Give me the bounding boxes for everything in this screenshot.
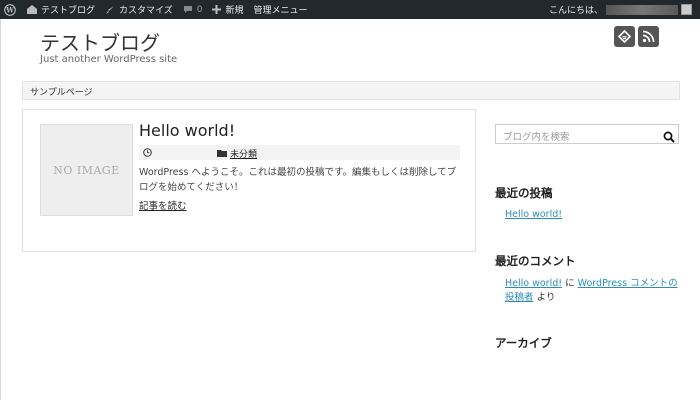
rss-icon[interactable] bbox=[638, 26, 659, 47]
recent-posts-title: 最近の投稿 bbox=[495, 186, 553, 200]
recent-comments-title: 最近のコメント bbox=[495, 254, 576, 268]
recent-comment-connector: に bbox=[565, 278, 575, 289]
thumbnail-text: NO IMAGE bbox=[53, 163, 120, 177]
page-left-border bbox=[0, 19, 1, 400]
adminbar-site-link[interactable]: テストブログ bbox=[22, 0, 100, 19]
site-title[interactable]: テストブログ bbox=[40, 27, 160, 56]
adminbar-comments-count: 0 bbox=[196, 4, 203, 15]
paintbrush-icon bbox=[106, 5, 115, 14]
clock-icon bbox=[143, 148, 152, 157]
post-title[interactable]: Hello world! bbox=[139, 121, 235, 140]
feedly-icon[interactable] bbox=[614, 26, 635, 47]
wordpress-logo-icon[interactable]: W bbox=[0, 0, 22, 19]
admin-bar: W テストブログ カスタマイズ 0 新規 管理メニュー こんにちは、 bbox=[0, 0, 700, 19]
avatar bbox=[681, 4, 692, 15]
search-input[interactable] bbox=[496, 128, 646, 147]
recent-post-link[interactable]: Hello world! bbox=[505, 209, 562, 220]
adminbar-site-label: テストブログ bbox=[41, 6, 96, 16]
post-meta: 未分類 bbox=[139, 145, 460, 160]
adminbar-account-menu[interactable]: こんにちは、 bbox=[544, 0, 700, 19]
adminbar-comments-link[interactable]: 0 bbox=[178, 0, 208, 19]
archive-title: アーカイブ bbox=[495, 336, 552, 350]
dashboard-icon bbox=[27, 5, 37, 14]
adminbar-customize-link[interactable]: カスタマイズ bbox=[100, 0, 178, 19]
adminbar-greeting: こんにちは、 bbox=[548, 6, 603, 16]
comment-bubble-icon bbox=[183, 6, 192, 13]
redacted-username bbox=[606, 4, 678, 15]
global-nav: サンプルページ bbox=[22, 81, 680, 100]
social-links bbox=[614, 26, 659, 47]
adminbar-admin-menu-link[interactable]: 管理メニュー bbox=[249, 0, 313, 19]
read-more-link[interactable]: 記事を読む bbox=[139, 198, 187, 212]
recent-comment-post-link[interactable]: Hello world! bbox=[505, 278, 562, 289]
site-tagline: Just another WordPress site bbox=[40, 54, 178, 65]
recent-comment-suffix: より bbox=[536, 292, 556, 303]
recent-comment-item: Hello world! に WordPress コメントの投稿者 より bbox=[505, 277, 685, 305]
adminbar-admin-menu-label: 管理メニュー bbox=[253, 6, 308, 16]
svg-text:W: W bbox=[5, 5, 14, 14]
adminbar-new-link[interactable]: 新規 bbox=[207, 0, 248, 19]
folder-icon bbox=[217, 150, 227, 157]
search-icon[interactable] bbox=[663, 128, 675, 147]
adminbar-new-label: 新規 bbox=[225, 6, 244, 16]
plus-icon bbox=[212, 5, 222, 14]
sidebar-search bbox=[495, 124, 679, 147]
nav-item-sample-page[interactable]: サンプルページ bbox=[30, 85, 93, 98]
post-thumbnail-placeholder[interactable]: NO IMAGE bbox=[40, 124, 133, 216]
post-category-link[interactable]: 未分類 bbox=[230, 147, 257, 160]
post-card: NO IMAGE Hello world! 未分類 WordPress へようこ… bbox=[22, 109, 476, 252]
post-excerpt: WordPress へようこそ。これは最初の投稿です。編集もしくは削除してブログ… bbox=[139, 167, 457, 193]
adminbar-customize-label: カスタマイズ bbox=[119, 6, 173, 16]
